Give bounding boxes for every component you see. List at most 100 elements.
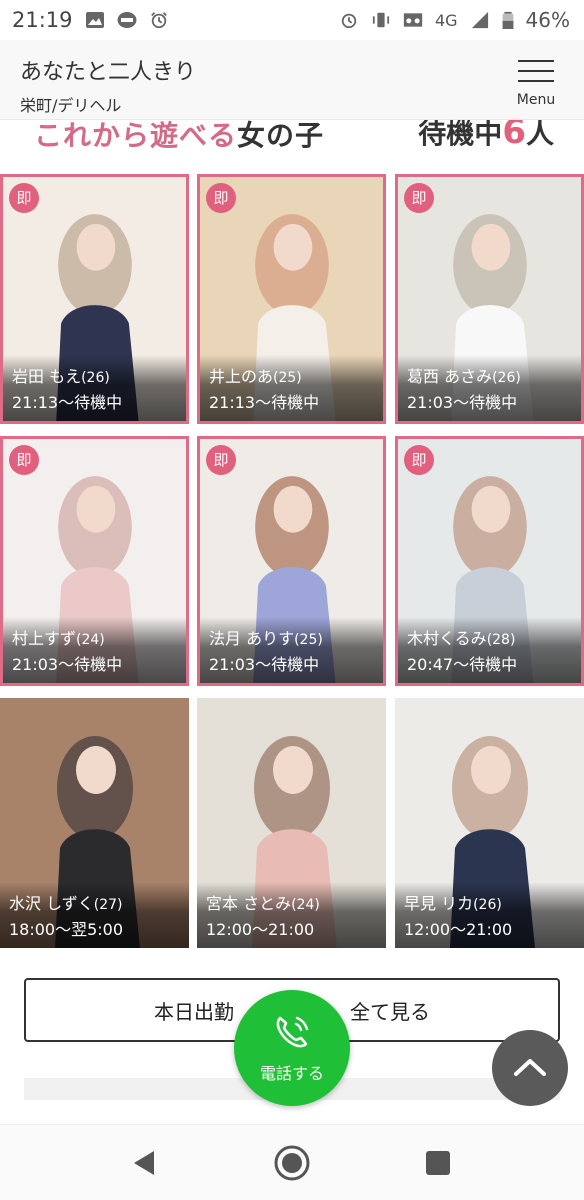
girl-name: 葛西 あさみ(26) bbox=[407, 363, 521, 387]
site-title[interactable]: あなたと二人きり bbox=[20, 54, 196, 86]
hamburger-icon-line bbox=[518, 80, 554, 82]
girl-name: 井上のあ(25) bbox=[209, 363, 302, 387]
girl-card[interactable]: 即木村くるみ(28) 20:47〜待機中 bbox=[395, 436, 584, 686]
girls-grid: 即岩田 もえ(26) 21:13〜待機中即井上のあ(25) 21:13〜待機中即葛西… bbox=[0, 174, 584, 948]
girl-schedule: 21:13〜待機中 bbox=[12, 393, 123, 412]
girl-schedule: 21:03〜待機中 bbox=[12, 655, 123, 674]
phone-icon bbox=[276, 1016, 309, 1048]
card-caption: 岩田 もえ(26) 21:13〜待機中 bbox=[3, 355, 186, 421]
card-caption: 法月 ありす(25) 21:03〜待機中 bbox=[200, 617, 383, 683]
girl-name-text: 木村くるみ bbox=[407, 629, 487, 648]
battery-percent: 46% bbox=[525, 8, 570, 32]
girl-schedule: 20:47〜待機中 bbox=[407, 655, 518, 674]
girl-schedule: 21:03〜待機中 bbox=[407, 393, 518, 412]
instant-badge: 即 bbox=[206, 445, 236, 475]
section-title-dark: 女の子 bbox=[237, 119, 325, 152]
girl-card[interactable]: 宮本 さとみ(24) 12:00〜21:00 bbox=[197, 698, 386, 948]
girl-name-text: 岩田 もえ bbox=[12, 367, 82, 386]
girl-schedule: 18:00〜翌5:00 bbox=[9, 920, 124, 939]
girl-age: (24) bbox=[291, 897, 320, 913]
girl-age: (25) bbox=[273, 370, 302, 386]
chevron-up-icon bbox=[514, 1059, 546, 1076]
girl-card[interactable]: 水沢 しずく(27) 18:00〜翌5:00 bbox=[0, 698, 189, 948]
girl-age: (26) bbox=[473, 897, 502, 913]
section-title-pink: これから遊べる bbox=[34, 119, 238, 152]
image-icon bbox=[85, 12, 104, 28]
instant-badge: 即 bbox=[9, 445, 39, 475]
girl-name-text: 早見 リカ bbox=[404, 894, 474, 913]
girl-name: 村上すず(24) bbox=[12, 625, 105, 649]
girl-name-text: 葛西 あさみ bbox=[407, 367, 493, 386]
card-caption: 井上のあ(25) 21:13〜待機中 bbox=[200, 355, 383, 421]
girl-card[interactable]: 即村上すず(24) 21:03〜待機中 bbox=[0, 436, 189, 686]
hamburger-icon-line bbox=[518, 70, 554, 72]
signal-icon bbox=[471, 11, 488, 29]
menu-button[interactable]: Menu bbox=[506, 54, 566, 114]
page: 21:19 4G 46% これから遊べる女の子 待機中6人 あなたと二人きり 栄… bbox=[0, 0, 584, 1200]
view-all-label-start: 本日出勤 bbox=[154, 999, 234, 1024]
scroll-to-top-button[interactable] bbox=[492, 1030, 568, 1106]
vibrate-icon bbox=[372, 12, 390, 28]
card-caption: 葛西 あさみ(26) 21:03〜待機中 bbox=[398, 355, 581, 421]
girl-schedule: 21:03〜待機中 bbox=[209, 655, 320, 674]
girl-name: 水沢 しずく(27) bbox=[9, 890, 123, 914]
status-bar-left: 21:19 bbox=[12, 8, 169, 32]
girl-age: (26) bbox=[492, 370, 521, 386]
girl-card[interactable]: 即葛西 あさみ(26) 21:03〜待機中 bbox=[395, 174, 584, 424]
girl-card[interactable]: 早見 リカ(26) 12:00〜21:00 bbox=[395, 698, 584, 948]
girl-name-text: 宮本 さとみ bbox=[206, 894, 292, 913]
girl-name: 法月 ありす(25) bbox=[209, 625, 323, 649]
card-caption: 水沢 しずく(27) 18:00〜翌5:00 bbox=[0, 882, 189, 948]
card-caption: 宮本 さとみ(24) 12:00〜21:00 bbox=[197, 882, 386, 948]
girl-name: 岩田 もえ(26) bbox=[12, 363, 110, 387]
girl-schedule: 21:13〜待機中 bbox=[209, 393, 320, 412]
status-time: 21:19 bbox=[12, 8, 73, 32]
line-app-icon bbox=[117, 12, 137, 28]
battery-icon bbox=[502, 11, 513, 29]
girl-card[interactable]: 即井上のあ(25) 21:13〜待機中 bbox=[197, 174, 386, 424]
network-type: 4G bbox=[434, 10, 458, 30]
status-bar: 21:19 4G 46% bbox=[0, 0, 584, 40]
girl-card[interactable]: 即法月 ありす(25) 21:03〜待機中 bbox=[197, 436, 386, 686]
alarm-icon bbox=[341, 13, 357, 29]
instant-badge: 即 bbox=[206, 183, 236, 213]
back-icon[interactable] bbox=[130, 1149, 158, 1177]
girl-schedule: 12:00〜21:00 bbox=[206, 920, 315, 939]
alarm-icon bbox=[150, 12, 167, 29]
waiting-count-suffix: 人 bbox=[525, 117, 554, 150]
girl-age: (25) bbox=[294, 632, 323, 648]
hamburger-icon bbox=[518, 60, 554, 62]
girl-name: 木村くるみ(28) bbox=[407, 625, 515, 649]
girl-name-text: 法月 ありす bbox=[209, 629, 295, 648]
status-bar-right: 4G 46% bbox=[339, 8, 570, 32]
instant-badge: 即 bbox=[404, 445, 434, 475]
voicemail-icon bbox=[403, 13, 423, 27]
site-header: あなたと二人きり 栄町/デリヘル Menu bbox=[0, 40, 584, 120]
call-label: 電話する bbox=[259, 1064, 324, 1083]
girl-age: (28) bbox=[486, 632, 516, 648]
girl-name: 宮本 さとみ(24) bbox=[206, 890, 320, 914]
girl-schedule: 12:00〜21:00 bbox=[404, 920, 513, 939]
instant-badge: 即 bbox=[404, 183, 434, 213]
call-button[interactable]: 電話する bbox=[234, 990, 350, 1106]
girl-name-text: 水沢 しずく bbox=[9, 894, 94, 913]
card-caption: 村上すず(24) 21:03〜待機中 bbox=[3, 617, 186, 683]
girl-name-text: 村上すず bbox=[12, 629, 77, 648]
girl-age: (24) bbox=[76, 632, 105, 648]
system-nav-bar bbox=[0, 1124, 584, 1200]
girl-name: 早見 リカ(26) bbox=[404, 890, 502, 914]
girl-card[interactable]: 即岩田 もえ(26) 21:13〜待機中 bbox=[0, 174, 189, 424]
girl-name-text: 井上のあ bbox=[209, 367, 274, 386]
girl-age: (27) bbox=[93, 897, 123, 913]
card-caption: 木村くるみ(28) 20:47〜待機中 bbox=[398, 617, 581, 683]
menu-label: Menu bbox=[516, 92, 556, 108]
site-subtitle: 栄町/デリヘル bbox=[20, 96, 122, 115]
waiting-count-prefix: 待機中 bbox=[418, 117, 503, 150]
instant-badge: 即 bbox=[9, 183, 39, 213]
home-icon[interactable] bbox=[274, 1145, 310, 1181]
view-all-label-end: 全て見る bbox=[350, 999, 430, 1024]
section-title: これから遊べる女の子 bbox=[34, 114, 324, 154]
girl-age: (26) bbox=[81, 370, 110, 386]
recent-apps-icon[interactable] bbox=[426, 1151, 450, 1175]
card-caption: 早見 リカ(26) 12:00〜21:00 bbox=[395, 882, 584, 948]
